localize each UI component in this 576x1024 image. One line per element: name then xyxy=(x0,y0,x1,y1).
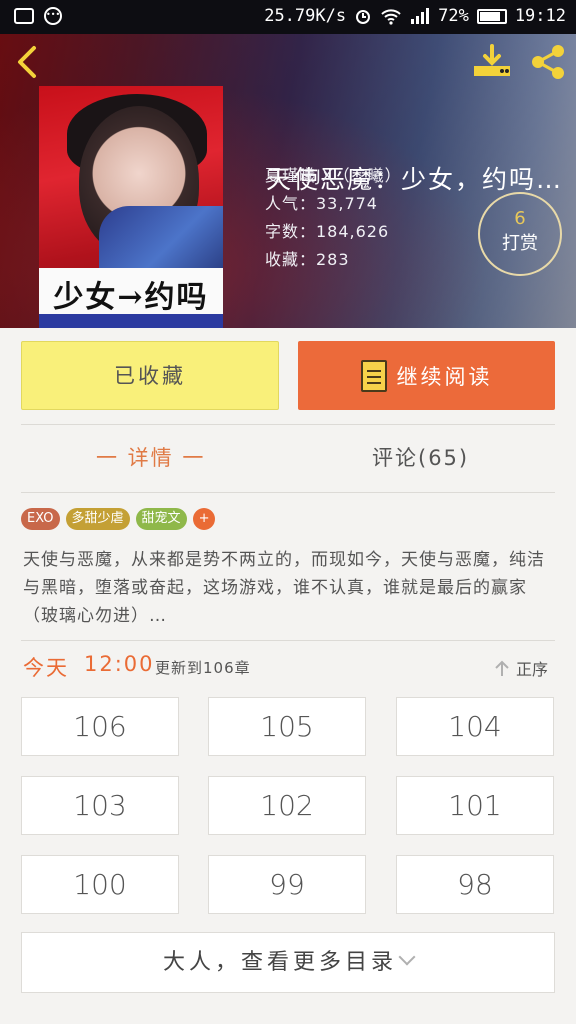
book-cover[interactable]: 少女→约吗 xyxy=(39,86,223,328)
sort-order-button[interactable]: 正序 xyxy=(494,656,548,680)
reward-label: 打赏 xyxy=(502,233,538,254)
divider xyxy=(21,424,555,425)
signal-icon xyxy=(411,8,430,24)
book-description[interactable]: 天使与恶魔，从来都是势不两立的，而现如今，天使与恶魔，纯洁与黑暗，堕落或奋起，这… xyxy=(23,546,553,630)
update-status: 更新到106章 xyxy=(155,659,251,677)
network-speed: 25.79K/s xyxy=(264,6,347,26)
sort-order-label: 正序 xyxy=(516,660,549,679)
tag-list: EXO 多甜少虐 甜宠文 + xyxy=(21,508,216,530)
chapter-button[interactable]: 106 xyxy=(21,697,179,756)
divider xyxy=(21,492,555,493)
arrow-up-icon xyxy=(495,660,509,676)
word-count: 字数：184,626 xyxy=(265,222,390,241)
favorite-count: 收藏：283 xyxy=(265,250,350,269)
author[interactable]: 夏瑾曦JX（二曦） xyxy=(265,162,402,186)
tag-sweet[interactable]: 多甜少虐 xyxy=(65,508,130,530)
chapter-button[interactable]: 105 xyxy=(208,697,366,756)
divider xyxy=(21,640,555,641)
tab-comments[interactable]: 评论(65) xyxy=(372,442,469,472)
gallery-icon xyxy=(14,8,34,24)
chapter-button[interactable]: 99 xyxy=(208,855,366,914)
chapter-button[interactable]: 104 xyxy=(396,697,554,756)
tab-details[interactable]: 一 详情 一 xyxy=(96,442,205,472)
back-icon[interactable] xyxy=(10,44,44,80)
chapter-button[interactable]: 101 xyxy=(396,776,554,835)
chapter-button[interactable]: 98 xyxy=(396,855,554,914)
battery-percent: 72% xyxy=(438,6,469,26)
update-time: 12:00 xyxy=(84,652,155,676)
continue-reading-label: 继续阅读 xyxy=(396,364,493,389)
more-notifications-icon: ••• xyxy=(44,7,62,25)
chapter-button[interactable]: 100 xyxy=(21,855,179,914)
share-icon[interactable] xyxy=(528,44,568,80)
tag-exo[interactable]: EXO xyxy=(21,508,60,530)
favorited-button[interactable]: 已收藏 xyxy=(21,341,279,410)
cover-title: 少女→约吗 xyxy=(53,280,209,315)
battery-icon xyxy=(476,8,507,24)
chapter-button[interactable]: 103 xyxy=(21,776,179,835)
alarm-icon xyxy=(356,10,371,24)
popularity: 人气：33,774 xyxy=(265,194,378,213)
more-catalog-button[interactable]: 大人，查看更多目录 xyxy=(21,932,555,993)
status-bar: ••• 25.79K/s 72% 19:12 xyxy=(0,0,576,34)
clock: 19:12 xyxy=(514,6,566,26)
chapter-button[interactable]: 102 xyxy=(208,776,366,835)
continue-reading-button[interactable]: 继续阅读 xyxy=(298,341,555,410)
tag-pampering[interactable]: 甜宠文 xyxy=(135,508,187,530)
tag-add-button[interactable]: + xyxy=(192,508,216,530)
wifi-icon xyxy=(381,9,401,25)
book-icon xyxy=(360,359,387,392)
reward-count: 6 xyxy=(514,208,526,229)
reward-button[interactable]: 6 打赏 xyxy=(478,192,562,276)
download-icon[interactable] xyxy=(472,44,512,80)
more-catalog-label: 大人，查看更多目录 xyxy=(162,950,397,975)
chevron-down-icon xyxy=(398,948,416,966)
book-header: 少女→约吗 天使恶魔：少女，约吗… 夏瑾曦JX（二曦） 人气：33,774 字数… xyxy=(0,34,576,328)
update-day: 今天 xyxy=(23,656,69,680)
